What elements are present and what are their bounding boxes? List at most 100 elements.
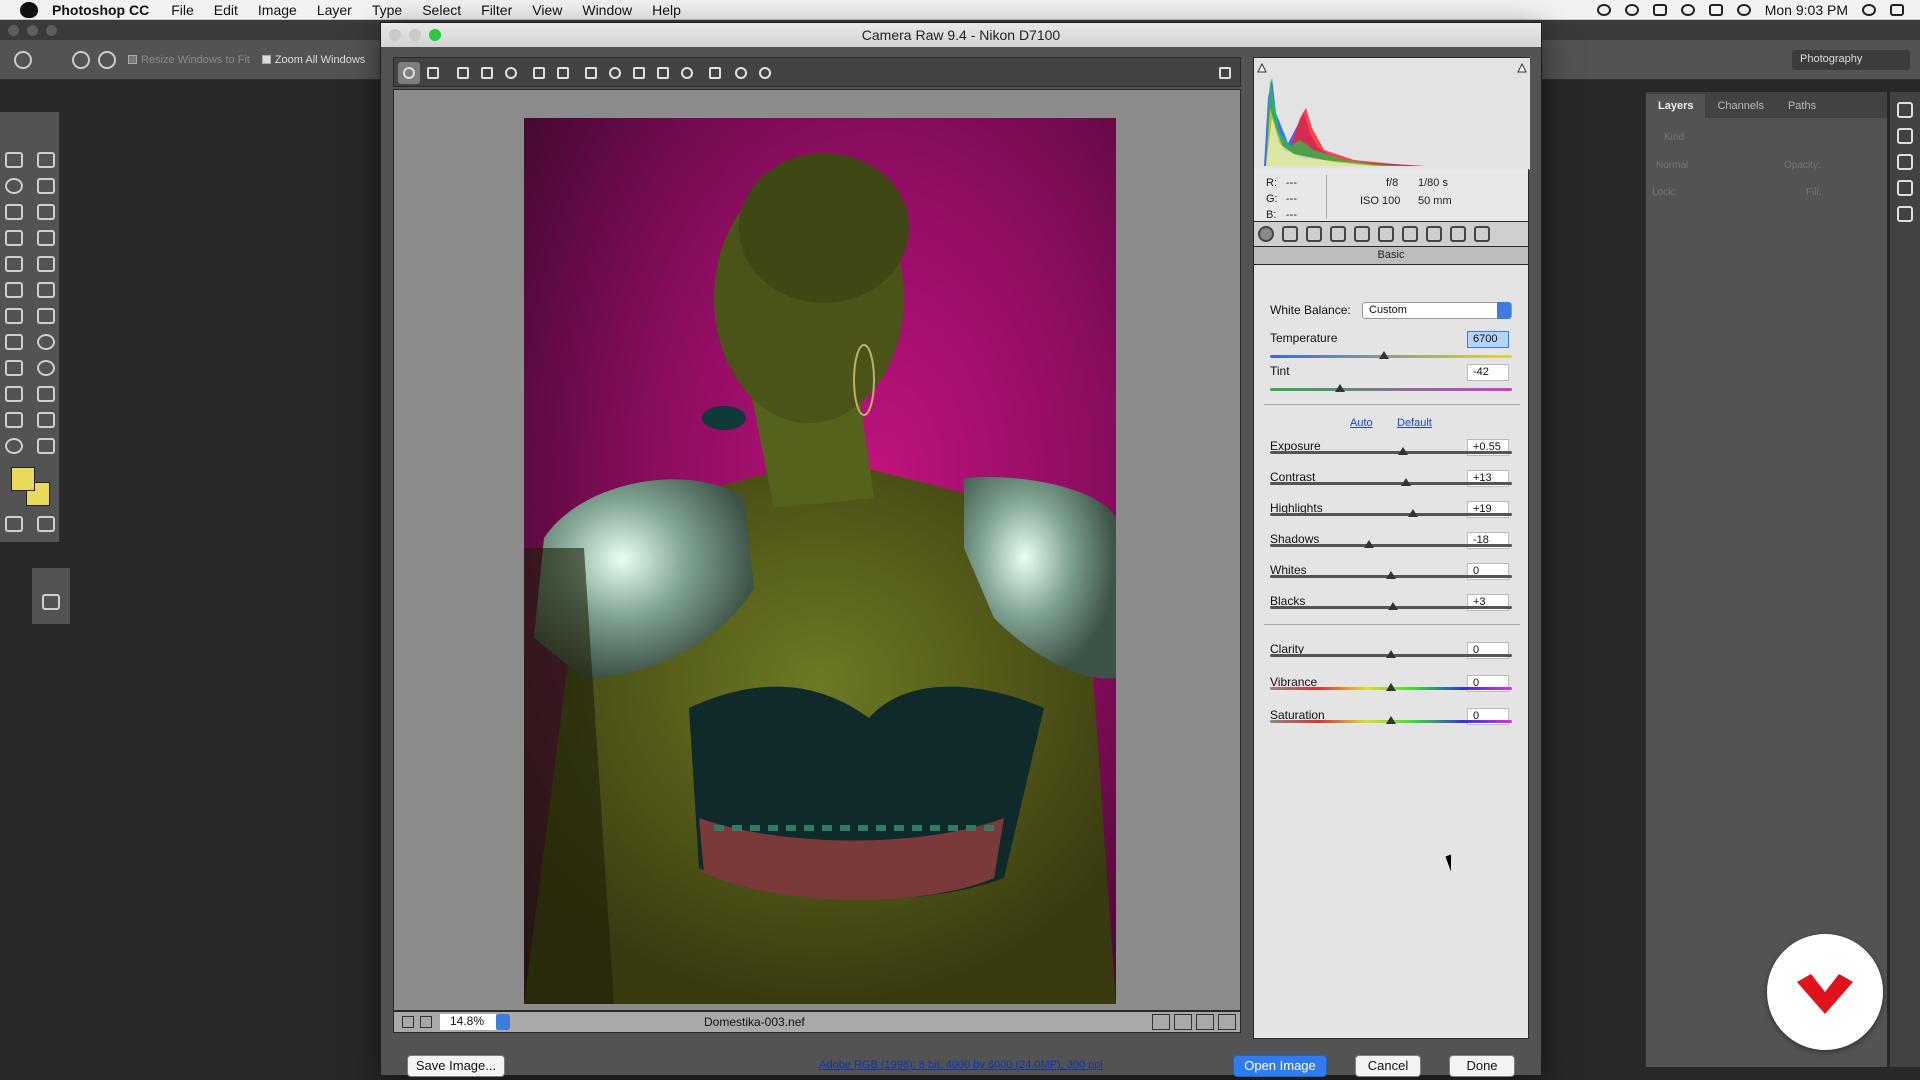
content-aware-move-icon[interactable] bbox=[37, 256, 55, 272]
tab-channels[interactable]: Channels bbox=[1705, 94, 1775, 118]
zoom-level-field[interactable]: 14.8% bbox=[440, 1014, 496, 1030]
blur-tool-icon[interactable] bbox=[37, 334, 55, 350]
tab-paths[interactable]: Paths bbox=[1776, 94, 1828, 118]
quick-mask-icon[interactable] bbox=[5, 516, 23, 532]
healing-brush-tool-icon[interactable] bbox=[5, 230, 23, 246]
eyedropper-tool-icon[interactable] bbox=[37, 204, 55, 220]
white-balance-tool-button[interactable] bbox=[452, 62, 474, 84]
zoom-window-icon[interactable] bbox=[46, 24, 57, 36]
color-sampler-tool-button[interactable] bbox=[476, 62, 498, 84]
paths-icon[interactable] bbox=[1897, 154, 1913, 170]
saturation-thumb[interactable] bbox=[1386, 716, 1396, 724]
preferences-button[interactable] bbox=[704, 62, 726, 84]
graduated-filter-button[interactable] bbox=[652, 62, 674, 84]
patch-tool-icon[interactable] bbox=[37, 230, 55, 246]
menu-layer[interactable]: Layer bbox=[317, 2, 352, 18]
default-link[interactable]: Default bbox=[1397, 417, 1432, 429]
screen-mode-icon[interactable] bbox=[37, 516, 55, 532]
rotate-left-button[interactable] bbox=[730, 62, 752, 84]
pen-tool-icon[interactable] bbox=[37, 386, 55, 402]
white-balance-select[interactable]: Custom bbox=[1362, 302, 1512, 319]
highlights-thumb[interactable] bbox=[1407, 509, 1418, 517]
clarity-thumb[interactable] bbox=[1386, 650, 1396, 658]
hand-tool-icon[interactable] bbox=[37, 412, 55, 428]
cancel-button[interactable]: Cancel bbox=[1355, 1055, 1421, 1077]
contrast-thumb[interactable] bbox=[1400, 478, 1411, 486]
workspace-switcher[interactable]: Photography bbox=[1792, 50, 1910, 70]
search-icon[interactable] bbox=[1862, 4, 1876, 16]
radial-filter-button[interactable] bbox=[676, 62, 698, 84]
zoom-in-icon[interactable] bbox=[72, 50, 90, 69]
shadows-thumb[interactable] bbox=[1364, 540, 1375, 548]
sharpen-tool-icon[interactable] bbox=[5, 360, 23, 376]
foreground-color-swatch[interactable] bbox=[11, 467, 35, 491]
targeted-adjustment-tool-button[interactable] bbox=[500, 62, 522, 84]
tint-slider[interactable] bbox=[1270, 388, 1512, 391]
menu-window[interactable]: Window bbox=[582, 2, 632, 18]
tab-layers[interactable]: Layers bbox=[1646, 94, 1706, 118]
zoom-tool-icon[interactable] bbox=[14, 50, 32, 69]
more-tools-icon[interactable] bbox=[37, 438, 55, 454]
filter-kind-label[interactable]: Kind bbox=[1664, 132, 1684, 143]
highlights-slider[interactable] bbox=[1270, 513, 1512, 516]
zoom-level-dropdown[interactable] bbox=[496, 1014, 510, 1030]
crop-tool-icon[interactable] bbox=[5, 204, 23, 220]
done-button[interactable]: Done bbox=[1449, 1055, 1515, 1077]
fullscreen-toggle-button[interactable] bbox=[1214, 62, 1236, 84]
menu-filter[interactable]: Filter bbox=[481, 2, 512, 18]
zoom-tool-left-icon[interactable] bbox=[5, 438, 23, 454]
zoom-out-icon[interactable] bbox=[98, 50, 116, 69]
apple-icon[interactable] bbox=[20, 1, 38, 18]
detail-tab-icon[interactable] bbox=[1306, 226, 1322, 242]
dodge-tool-icon[interactable] bbox=[37, 360, 55, 376]
spot-removal-tool-button[interactable] bbox=[580, 62, 602, 84]
menu-view[interactable]: View bbox=[532, 2, 562, 18]
zoom-in-button[interactable] bbox=[420, 1016, 432, 1028]
tone-curve-tab-icon[interactable] bbox=[1282, 226, 1298, 242]
shadows-slider[interactable] bbox=[1270, 544, 1512, 547]
snapshots-tab-icon[interactable] bbox=[1474, 226, 1490, 242]
exposure-slider[interactable] bbox=[1270, 451, 1512, 454]
menu-image[interactable]: Image bbox=[258, 2, 297, 18]
open-image-button[interactable]: Open Image bbox=[1233, 1055, 1327, 1077]
color-icon[interactable] bbox=[1897, 206, 1913, 222]
zoom-all-windows-checkbox[interactable] bbox=[261, 55, 271, 64]
workflow-options-link[interactable]: Adobe RGB (1998); 8 bit; 4000 by 6000 (2… bbox=[771, 1059, 1151, 1071]
minimize-dialog-icon[interactable] bbox=[409, 29, 421, 41]
hsl-tab-icon[interactable] bbox=[1330, 226, 1346, 242]
swap-settings-icon[interactable] bbox=[1174, 1014, 1192, 1030]
zoom-out-button[interactable] bbox=[402, 1016, 414, 1028]
flag-icon[interactable] bbox=[1708, 4, 1723, 16]
adjustment-brush-button[interactable] bbox=[628, 62, 650, 84]
toggle-settings-icon[interactable] bbox=[1218, 1014, 1236, 1030]
channels-icon[interactable] bbox=[1897, 180, 1913, 196]
image-preview-area[interactable] bbox=[393, 89, 1241, 1011]
resize-windows-checkbox[interactable] bbox=[128, 55, 137, 64]
path-selection-tool-icon[interactable] bbox=[5, 412, 23, 428]
type-tool-icon[interactable] bbox=[5, 386, 23, 402]
exposure-thumb[interactable] bbox=[1398, 447, 1409, 455]
lens-corrections-tab-icon[interactable] bbox=[1378, 226, 1394, 242]
gradient-tool-icon[interactable] bbox=[5, 334, 23, 350]
properties-panel-icon[interactable] bbox=[42, 594, 60, 610]
basic-tab-icon[interactable] bbox=[1258, 226, 1274, 242]
temperature-thumb[interactable] bbox=[1378, 351, 1389, 359]
vibrance-thumb[interactable] bbox=[1386, 683, 1396, 691]
effects-tab-icon[interactable] bbox=[1402, 226, 1418, 242]
fullscreen-dialog-icon[interactable] bbox=[429, 29, 441, 41]
clone-stamp-tool-icon[interactable] bbox=[37, 282, 55, 298]
contrast-slider[interactable] bbox=[1270, 482, 1512, 485]
crop-tool-button[interactable] bbox=[528, 62, 550, 84]
quick-selection-tool-icon[interactable] bbox=[37, 178, 55, 194]
menu-type[interactable]: Type bbox=[372, 2, 402, 18]
minimize-window-icon[interactable] bbox=[27, 24, 38, 36]
photo-preview[interactable] bbox=[524, 118, 1116, 1004]
temperature-field[interactable]: 6700 bbox=[1467, 331, 1509, 348]
straighten-tool-button[interactable] bbox=[552, 62, 574, 84]
presets-tab-icon[interactable] bbox=[1450, 226, 1466, 242]
whites-thumb[interactable] bbox=[1386, 571, 1396, 579]
move-tool-icon[interactable] bbox=[5, 152, 23, 168]
menu-edit[interactable]: Edit bbox=[214, 2, 238, 18]
adjustments-icon[interactable] bbox=[1897, 128, 1913, 144]
copy-settings-icon[interactable] bbox=[1196, 1014, 1214, 1030]
